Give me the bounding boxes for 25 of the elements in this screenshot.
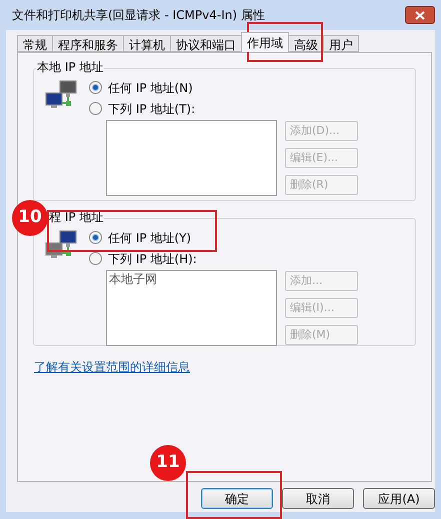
address-list[interactable]: 本地子网	[106, 270, 277, 346]
dialog-button[interactable]: 应用(A)	[363, 488, 435, 509]
tab[interactable]: 用户	[323, 35, 359, 52]
option-label: 下列 IP 地址(T):	[108, 100, 196, 118]
tab[interactable]: 作用域	[241, 32, 289, 52]
radio-button[interactable]	[89, 81, 102, 94]
list-item[interactable]: 本地子网	[109, 271, 274, 287]
tab[interactable]: 协议和端口	[170, 35, 242, 52]
option-label: 任何 IP 地址(Y)	[108, 230, 192, 246]
window-title: 文件和打印机共享(回显请求 - ICMPv4-In) 属性	[12, 7, 265, 24]
tab[interactable]: 程序和服务	[52, 35, 124, 52]
tab[interactable]: 计算机	[123, 35, 171, 52]
option-label: 下列 IP 地址(H):	[108, 250, 197, 268]
close-button[interactable]	[405, 6, 435, 24]
details-link[interactable]: 了解有关设置范围的详细信息	[34, 360, 190, 374]
close-icon	[415, 10, 425, 20]
radio-button[interactable]	[89, 102, 102, 115]
radio-button[interactable]	[89, 252, 102, 265]
address-list[interactable]	[106, 120, 277, 196]
option-label: 任何 IP 地址(N)	[108, 80, 193, 96]
tab[interactable]: 常规	[17, 35, 53, 52]
radio-button[interactable]	[89, 231, 102, 244]
dialog-button[interactable]: 确定	[201, 488, 273, 509]
dialog-button[interactable]: 取消	[282, 488, 354, 509]
group-title: 本地 IP 地址	[36, 60, 104, 74]
